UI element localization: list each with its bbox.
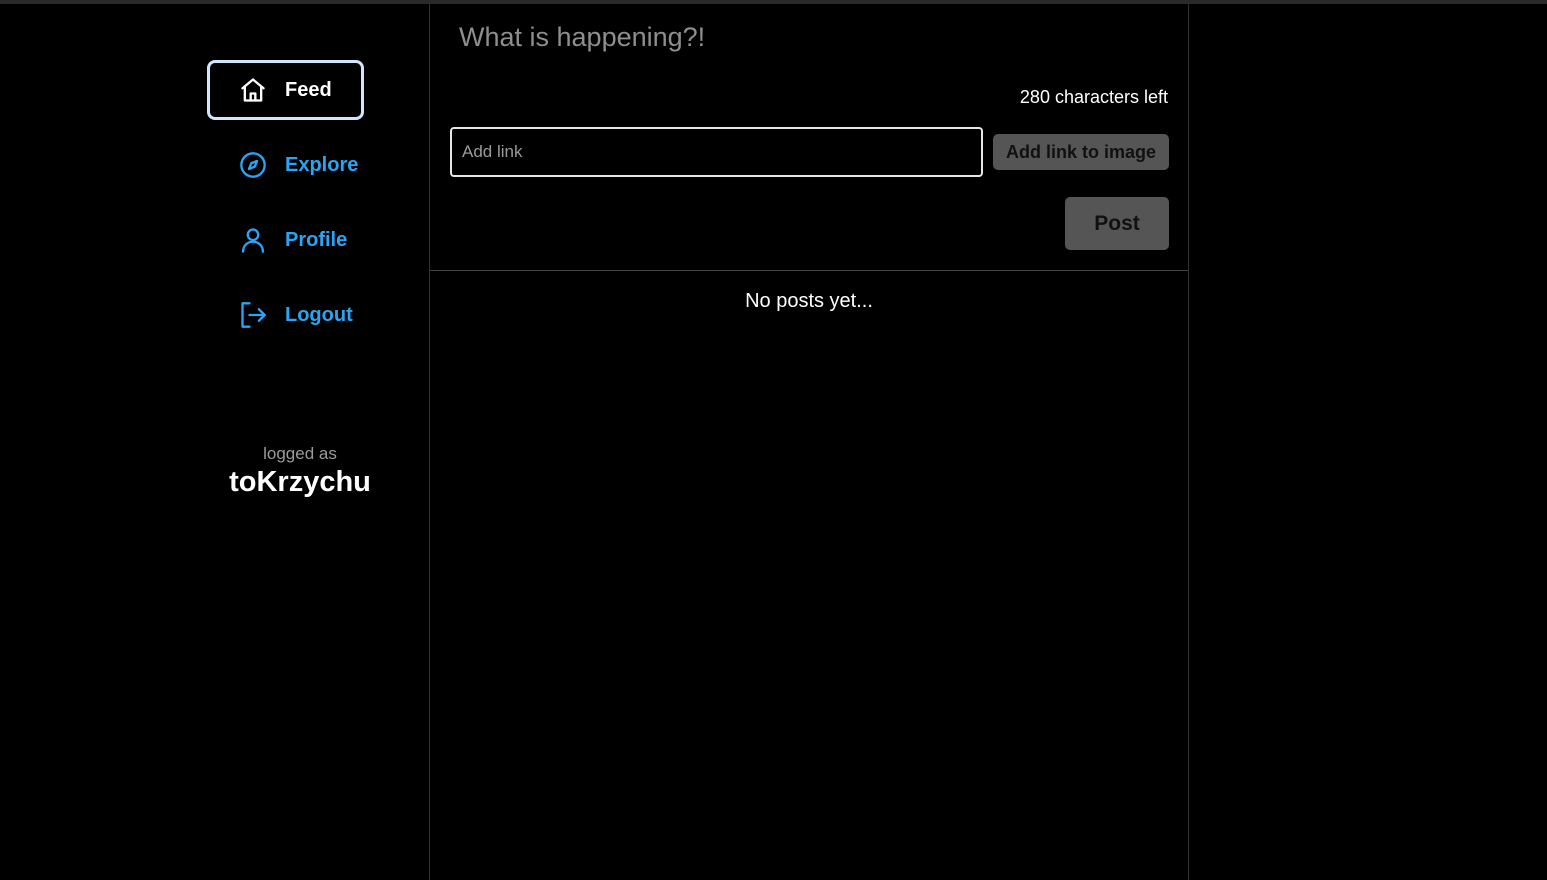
post-button[interactable]: Post (1065, 197, 1169, 250)
post-composer: What is happening?! 280 characters left … (430, 4, 1188, 271)
sidebar: Feed Explore Profile Logout logged as to… (0, 4, 429, 880)
sidebar-item-logout[interactable]: Logout (207, 285, 364, 345)
user-icon (239, 226, 267, 254)
sidebar-item-explore[interactable]: Explore (207, 135, 364, 195)
image-link-input[interactable] (450, 127, 983, 177)
logout-icon (239, 301, 267, 329)
sidebar-item-feed[interactable]: Feed (207, 60, 364, 120)
character-counter: 280 characters left (1019, 87, 1168, 107)
feed-column: What is happening?! 280 characters left … (429, 4, 1189, 880)
sidebar-item-profile[interactable]: Profile (207, 210, 364, 270)
compass-icon (239, 151, 267, 179)
add-link-to-image-button[interactable]: Add link to image (993, 134, 1169, 170)
sidebar-item-label: Explore (285, 153, 359, 176)
sidebar-item-label: Feed (285, 78, 332, 101)
app-root: Feed Explore Profile Logout logged as to… (0, 4, 1547, 880)
compose-textarea[interactable]: What is happening?! (459, 22, 1159, 53)
home-icon (239, 76, 267, 104)
logged-in-info: logged as toKrzychu (200, 444, 400, 499)
empty-feed-message: No posts yet... (745, 290, 873, 312)
sidebar-item-label: Profile (285, 228, 348, 251)
sidebar-item-label: Logout (285, 303, 353, 326)
logged-as-label: logged as (263, 444, 337, 463)
username: toKrzychu (229, 466, 371, 498)
